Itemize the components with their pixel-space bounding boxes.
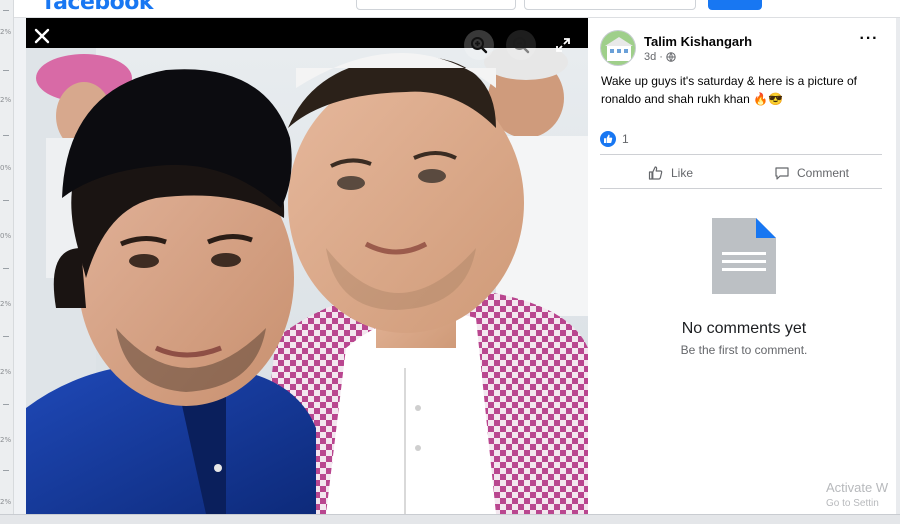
ruler-label: 2% [0, 96, 12, 104]
ruler-dash [3, 336, 9, 337]
photo-illustration [26, 48, 588, 514]
reaction-count: 1 [622, 132, 629, 146]
ruler-label: 2% [0, 28, 12, 36]
post-photo[interactable] [26, 48, 588, 514]
top-bar-button[interactable] [708, 0, 762, 10]
ruler-dash [3, 404, 9, 405]
post-text: Wake up guys it's saturday & here is a p… [601, 74, 857, 106]
zoom-in-icon [471, 37, 488, 54]
ruler-dash [3, 135, 9, 136]
comment-button[interactable]: Comment [774, 162, 849, 184]
close-button[interactable] [30, 24, 54, 48]
ruler-label: 0% [0, 232, 12, 240]
activation-watermark: Activate W Go to Settin [826, 480, 888, 509]
window-right-edge [896, 18, 900, 514]
actions-bottom-divider [600, 188, 882, 189]
ruler-label: 2% [0, 300, 12, 308]
avatar-image [601, 31, 635, 65]
globe-icon [666, 52, 676, 62]
like-reaction-icon [600, 131, 616, 147]
comment-label: Comment [797, 166, 850, 180]
post-meta: 3d · [644, 51, 676, 63]
document-icon [712, 218, 776, 294]
fullscreen-icon [556, 38, 570, 52]
left-ruler: 2% 2% 0% 0% 2% 2% 2% 2% [0, 0, 14, 524]
ruler-dash [3, 200, 9, 201]
zoom-in-button[interactable] [464, 30, 494, 60]
post-timestamp[interactable]: 3d [644, 51, 656, 63]
ruler-label: 2% [0, 498, 12, 506]
zoom-out-button[interactable] [506, 30, 536, 60]
ruler-label: 2% [0, 368, 12, 376]
top-bar-field[interactable] [356, 0, 516, 10]
meta-separator: · [659, 51, 663, 63]
author-avatar[interactable] [600, 30, 636, 66]
like-button[interactable]: Like [648, 162, 693, 184]
empty-comments-subtitle: Be the first to comment. [680, 343, 808, 357]
fullscreen-button[interactable] [552, 34, 574, 56]
watermark-line-2: Go to Settin [826, 498, 879, 509]
thumbs-up-icon [648, 166, 663, 180]
actions-top-divider [600, 154, 882, 155]
ruler-label: 0% [0, 164, 12, 172]
ruler-dash [3, 10, 9, 11]
top-bar: facebook [14, 0, 900, 18]
photo-viewer [26, 18, 588, 514]
more-options-button[interactable]: ··· [858, 30, 880, 48]
zoom-out-icon [513, 37, 530, 54]
ruler-label: 2% [0, 436, 12, 444]
like-label: Like [671, 166, 694, 180]
top-bar-field[interactable] [524, 0, 696, 10]
watermark-line-1: Activate W [826, 480, 889, 495]
post-detail-panel: Talim Kishangarh 3d · ··· Wake up guys i… [588, 18, 900, 514]
bottom-strip [0, 514, 900, 524]
ruler-dash [3, 470, 9, 471]
facebook-logo[interactable]: facebook [44, 0, 154, 15]
ruler-dash [3, 70, 9, 71]
close-icon [34, 28, 50, 44]
reaction-summary[interactable]: 1 [600, 131, 629, 147]
ruler-dash [3, 268, 9, 269]
post-author-name[interactable]: Talim Kishangarh [644, 34, 752, 49]
empty-comments-title: No comments yet [681, 320, 807, 337]
comment-icon [775, 167, 789, 180]
